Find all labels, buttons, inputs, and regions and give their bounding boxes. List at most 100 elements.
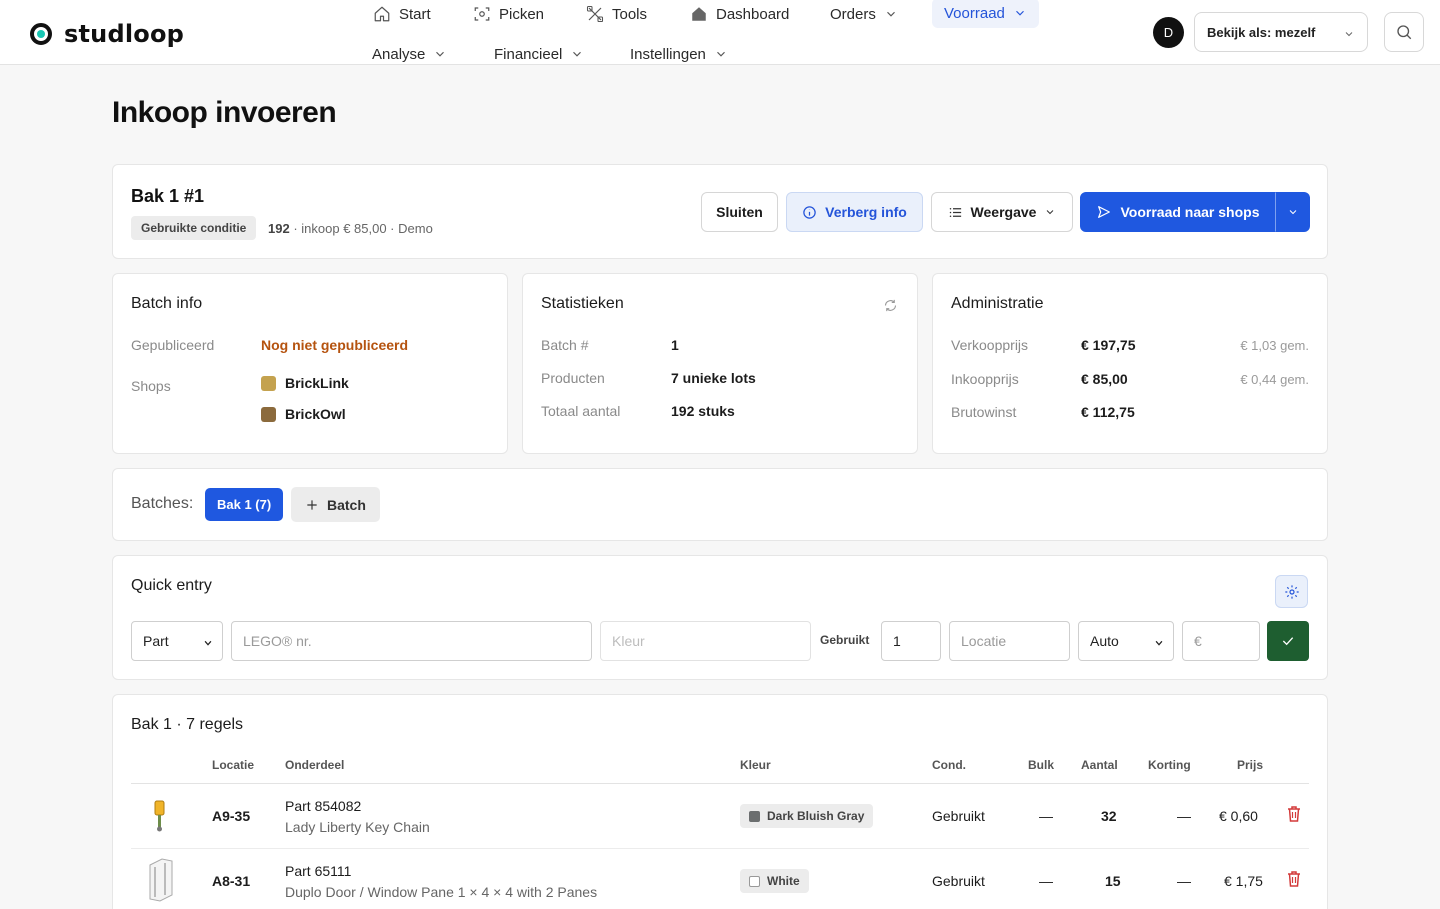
batch-tab-active[interactable]: Bak 1 (7) (205, 488, 284, 521)
dashboard-icon (692, 7, 706, 21)
batch-lines-card: Bak 1 · 7 regels Locatie Onderdeel Kleur… (112, 694, 1328, 909)
brickowl-swatch (261, 406, 276, 422)
search-button[interactable] (1384, 12, 1424, 52)
row-quantity[interactable]: 15 (1105, 873, 1121, 889)
add-batch-button[interactable]: Batch (291, 487, 380, 522)
batch-meta: 192 · inkoop € 85,00 · Demo (268, 221, 433, 236)
column-bulk[interactable]: Bulk (1028, 758, 1054, 772)
part-number-input[interactable]: LEGO® nr. (231, 621, 592, 661)
view-as-select[interactable]: Bekijk als: mezelf (1194, 12, 1368, 52)
price-input[interactable]: € (1182, 621, 1260, 661)
push-stock-label: Voorraad naar shops (1120, 204, 1260, 220)
nav-financieel[interactable]: Financieel (494, 42, 584, 66)
chevron-down-icon (1289, 210, 1296, 215)
condition-label[interactable]: Gebruikt (820, 633, 869, 647)
hide-info-button[interactable]: Verberg info (786, 192, 923, 232)
quick-entry-settings-button[interactable] (1275, 575, 1308, 608)
column-condition[interactable]: Cond. (932, 758, 966, 772)
view-as-label: Bekijk als: mezelf (1207, 24, 1316, 40)
row-part-number[interactable]: Part 854082 (285, 798, 361, 814)
color-chip-label: White (767, 874, 800, 888)
color-chip-label: Dark Bluish Gray (767, 809, 865, 823)
sell-price-average: € 1,03 gem. (1240, 338, 1309, 353)
price-mode-select[interactable]: Auto (1078, 621, 1174, 661)
push-stock-button[interactable]: Voorraad naar shops (1080, 192, 1276, 232)
column-color[interactable]: Kleur (740, 758, 771, 772)
color-chip: Dark Bluish Gray (740, 804, 874, 828)
column-discount[interactable]: Korting (1148, 758, 1191, 772)
published-label: Gepubliceerd (131, 337, 215, 353)
search-icon (1397, 25, 1412, 40)
column-quantity[interactable]: Aantal (1081, 758, 1118, 772)
statistics-card: Statistieken Batch # 1 Producten 7 uniek… (522, 273, 918, 454)
color-swatch (749, 810, 760, 822)
info-icon (803, 205, 816, 219)
batches-label: Batches: (131, 495, 194, 512)
nav-analyse[interactable]: Analyse (372, 42, 447, 66)
shops-label: Shops (131, 378, 171, 394)
push-stock-menu-button[interactable] (1275, 192, 1310, 232)
refresh-icon[interactable] (883, 298, 898, 313)
column-price[interactable]: Prijs (1237, 758, 1263, 772)
price-mode-value: Auto (1090, 633, 1119, 649)
nav-start[interactable]: Start (373, 2, 431, 26)
nav-orders[interactable]: Orders (830, 2, 898, 26)
send-icon (1098, 206, 1111, 218)
buy-price-value: € 85,00 (1081, 371, 1128, 387)
quantity-input[interactable]: 1 (881, 621, 941, 661)
row-price[interactable]: € 1,75 (1224, 873, 1263, 889)
close-button-label: Sluiten (716, 204, 763, 220)
user-avatar[interactable]: D (1153, 17, 1184, 48)
sell-price-value: € 197,75 (1081, 337, 1136, 353)
nav-instellingen[interactable]: Instellingen (630, 42, 728, 66)
row-condition: Gebruikt (932, 873, 985, 889)
close-button[interactable]: Sluiten (701, 192, 778, 232)
part-thumbnail (149, 858, 173, 902)
color-chip: White (740, 869, 809, 893)
row-discount: — (1177, 808, 1191, 824)
nav-picken[interactable]: Picken (473, 2, 544, 26)
list-icon (949, 207, 961, 217)
column-part[interactable]: Onderdeel (285, 758, 344, 772)
chevron-down-icon (1015, 10, 1024, 16)
view-label: Weergave (970, 204, 1037, 220)
products-label: Producten (541, 370, 605, 386)
color-input[interactable]: Kleur (600, 621, 811, 661)
row-quantity[interactable]: 32 (1101, 808, 1117, 824)
header-divider (131, 783, 1309, 784)
row-part-number[interactable]: Part 65111 (285, 863, 351, 879)
column-location[interactable]: Locatie (212, 758, 254, 772)
row-location: A8-31 (212, 873, 251, 889)
trash-icon[interactable] (1287, 871, 1301, 887)
chevron-down-icon (1047, 210, 1054, 215)
check-icon (1282, 637, 1294, 646)
part-thumbnail (154, 800, 165, 832)
chevron-down-icon (1345, 32, 1353, 37)
brand-name: studloop (64, 20, 185, 48)
batch-header-card: Bak 1 #1 Gebruikte conditie 192 · inkoop… (112, 164, 1328, 259)
nav-voorraad[interactable]: Voorraad (932, 0, 1039, 28)
location-input[interactable]: Locatie (949, 621, 1070, 661)
top-navigation: studloop Start Picken Tools Dashboard Or… (0, 0, 1440, 65)
bricklink-swatch (261, 375, 276, 391)
batch-number-value: 1 (671, 337, 679, 353)
brand-logo[interactable]: studloop (30, 20, 184, 48)
trash-icon[interactable] (1287, 806, 1301, 822)
row-price[interactable]: € 0,60 (1219, 808, 1258, 824)
row-bulk: — (1039, 808, 1053, 824)
nav-tools[interactable]: Tools (586, 2, 647, 26)
submit-entry-button[interactable] (1267, 621, 1309, 661)
type-select[interactable]: Part (131, 621, 223, 661)
nav-instellingen-label: Instellingen (630, 45, 706, 63)
nav-dashboard[interactable]: Dashboard (690, 2, 789, 26)
batch-title: Bak 1 #1 (131, 186, 205, 206)
nav-voorraad-label: Voorraad (944, 4, 1005, 22)
published-status: Nog niet gepubliceerd (261, 337, 409, 353)
chevron-down-icon (1155, 640, 1163, 646)
total-value: 192 stuks (671, 403, 735, 419)
view-dropdown-button[interactable]: Weergave (931, 192, 1073, 232)
administration-card: Administratie Verkoopprijs € 197,75 € 1,… (932, 273, 1328, 454)
shop-bricklink: BrickLink (261, 375, 349, 391)
batch-count: 192 (268, 221, 290, 236)
page-title: Inkoop invoeren (112, 96, 337, 129)
